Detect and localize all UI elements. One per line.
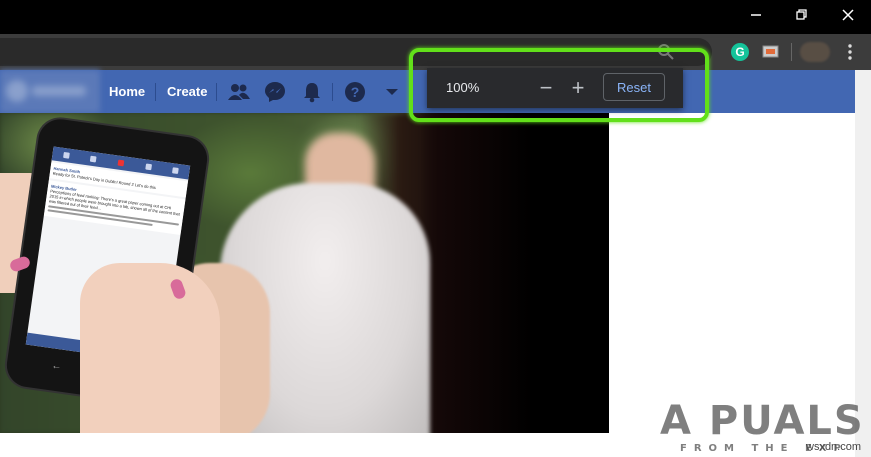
photo-dark-region: [420, 113, 609, 433]
cover-photo: Hannah Smith Ready for St. Patrick's Day…: [0, 113, 609, 433]
photo-right-hand: [80, 263, 220, 433]
close-icon: [842, 9, 854, 21]
notifications-icon: [304, 83, 320, 103]
browser-title-bar: [0, 0, 871, 34]
messenger-button[interactable]: [262, 79, 288, 105]
minimize-button[interactable]: [733, 0, 779, 30]
avatar: [6, 80, 28, 102]
nav-home-link[interactable]: Home: [109, 84, 145, 99]
grammarly-icon[interactable]: G: [731, 43, 749, 61]
menu-icon: [848, 44, 852, 60]
friends-icon: [228, 84, 250, 100]
nav-divider: [332, 83, 333, 101]
chrome-menu-button[interactable]: [840, 42, 860, 62]
nav-divider: [216, 83, 217, 101]
help-button[interactable]: ?: [342, 79, 368, 105]
watermark-site: wsxdn.com: [806, 441, 862, 453]
help-icon: ?: [345, 82, 365, 102]
profile-avatar[interactable]: [800, 42, 830, 62]
svg-text:?: ?: [351, 84, 360, 100]
toolbar-divider: [791, 43, 792, 61]
minimize-icon: [751, 14, 761, 16]
profile-name-blurred: [32, 86, 86, 96]
restore-button[interactable]: [779, 0, 825, 30]
cast-button[interactable]: [761, 42, 781, 62]
highlight-box: [409, 48, 709, 122]
friends-button[interactable]: [226, 79, 252, 105]
messenger-icon: [265, 82, 285, 102]
fb-profile-link[interactable]: [0, 70, 100, 113]
restore-icon: [796, 9, 807, 20]
account-dropdown-button[interactable]: [379, 79, 405, 105]
cast-icon: [762, 45, 779, 58]
watermark-logo: A PUALS: [660, 398, 865, 444]
close-button[interactable]: [825, 0, 871, 30]
nav-create-link[interactable]: Create: [167, 84, 207, 99]
nav-divider: [155, 83, 156, 101]
dropdown-icon: [386, 89, 398, 95]
notifications-button[interactable]: [299, 79, 325, 105]
